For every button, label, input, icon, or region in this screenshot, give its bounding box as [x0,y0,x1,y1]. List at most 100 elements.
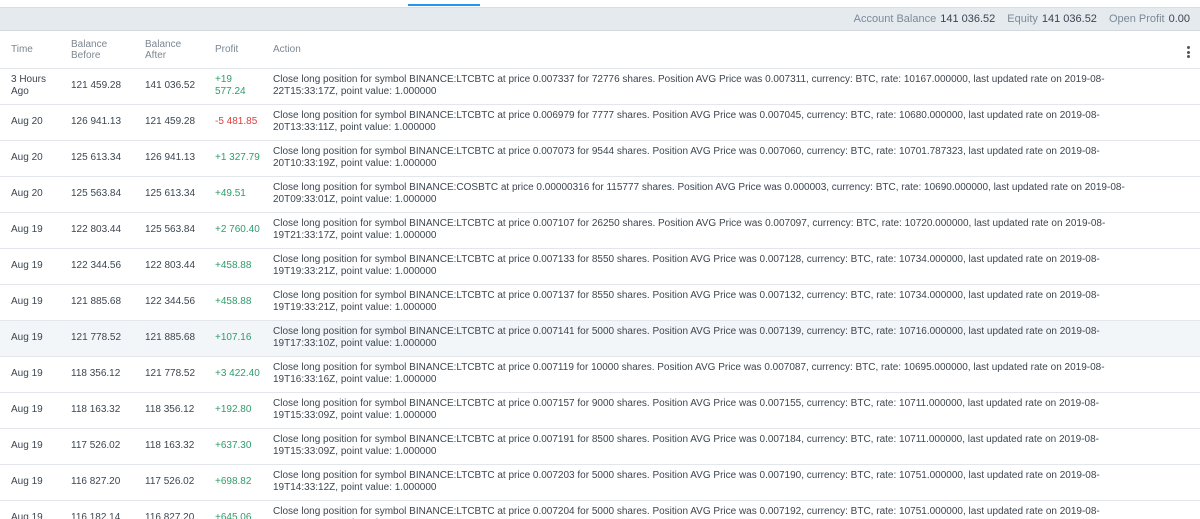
time-cell: Aug 19 [0,464,60,501]
balance-before-cell: 121 459.28 [60,68,134,105]
balance-after-cell: 126 941.13 [134,140,204,177]
table-row[interactable]: Aug 19 122 344.56 122 803.44 +458.88 Close l… [0,248,1200,285]
top-tab-strip [0,0,1200,8]
profit-cell: +1 327.79 [204,140,262,177]
balance-after-cell: 121 885.68 [134,320,204,357]
profit-cell: +49.51 [204,176,262,213]
balance-before-cell: 121 778.52 [60,320,134,357]
table-row[interactable]: Aug 19 116 827.20 117 526.02 +698.82 Close l… [0,464,1200,501]
balance-after-cell: 125 613.34 [134,176,204,213]
table-row[interactable]: Aug 19 116 182.14 116 827.20 +645.06 Close l… [0,500,1200,519]
balance-after-cell: 122 803.44 [134,248,204,285]
time-cell: 3 Hours Ago [0,68,60,105]
balance-after-cell: 122 344.56 [134,284,204,321]
column-header-time[interactable]: Time [0,32,60,69]
active-tab-indicator[interactable] [408,4,480,6]
balance-before-cell: 116 182.14 [60,500,134,519]
balance-after-cell: 116 827.20 [134,500,204,519]
time-cell: Aug 19 [0,428,60,465]
profit-cell: +107.16 [204,320,262,357]
table-row[interactable]: Aug 19 118 163.32 118 356.12 +192.80 Close l… [0,392,1200,429]
balance-after-cell: 125 563.84 [134,212,204,249]
equity-value: 141 036.52 [1041,13,1097,25]
balance-before-cell: 121 885.68 [60,284,134,321]
table-row[interactable]: Aug 19 121 885.68 122 344.56 +458.88 Close l… [0,284,1200,321]
account-balance-value: 141 036.52 [940,13,996,25]
balance-before-cell: 116 827.20 [60,464,134,501]
balance-after-cell: 121 778.52 [134,356,204,393]
balance-before-cell: 122 803.44 [60,212,134,249]
profit-cell: +458.88 [204,248,262,285]
profit-cell: +192.80 [204,392,262,429]
open-profit-label: Open Profit [1108,13,1165,25]
profit-cell: +637.30 [204,428,262,465]
balance-before-cell: 125 563.84 [60,176,134,213]
column-header-action[interactable]: Action [273,44,301,55]
time-cell: Aug 20 [0,176,60,213]
table-row[interactable]: 3 Hours Ago 121 459.28 141 036.52 +19 577.2… [0,68,1200,105]
balance-after-cell: 118 356.12 [134,392,204,429]
table-row[interactable]: Aug 20 126 941.13 121 459.28 -5 481.85 Close… [0,104,1200,141]
account-balance-label: Account Balance [853,13,937,25]
action-cell: Close long position for symbol BINANCE:L… [262,68,1200,105]
time-cell: Aug 19 [0,212,60,249]
balance-before-cell: 126 941.13 [60,104,134,141]
action-cell: Close long position for symbol BINANCE:L… [262,104,1200,141]
column-header-balance-after[interactable]: Balance After [134,32,204,69]
profit-cell: +645.06 [204,500,262,519]
action-cell: Close long position for symbol BINANCE:L… [262,248,1200,285]
time-cell: Aug 20 [0,140,60,177]
vertical-ellipsis-icon[interactable] [1186,46,1190,58]
open-profit: Open Profit 0.00 [1109,13,1190,25]
time-cell: Aug 19 [0,392,60,429]
profit-cell: +3 422.40 [204,356,262,393]
balance-before-cell: 125 613.34 [60,140,134,177]
action-cell: Close long position for symbol BINANCE:L… [262,356,1200,393]
table-row[interactable]: Aug 19 121 778.52 121 885.68 +107.16 Close l… [0,320,1200,357]
balance-after-cell: 141 036.52 [134,68,204,105]
column-header-balance-before[interactable]: Balance Before [60,32,134,69]
profit-cell: -5 481.85 [204,104,262,141]
table-row[interactable]: Aug 19 118 356.12 121 778.52 +3 422.40 Close… [0,356,1200,393]
action-cell: Close long position for symbol BINANCE:L… [262,284,1200,321]
table-header-row: Time Balance Before Balance After Profit… [0,32,1200,69]
profit-cell: +2 760.40 [204,212,262,249]
action-cell: Close long position for symbol BINANCE:L… [262,464,1200,501]
profit-cell: +19 577.24 [204,68,262,105]
time-cell: Aug 19 [0,248,60,285]
balance-after-cell: 117 526.02 [134,464,204,501]
profit-cell: +698.82 [204,464,262,501]
time-cell: Aug 19 [0,284,60,321]
time-cell: Aug 19 [0,500,60,519]
equity: Equity 141 036.52 [1007,13,1097,25]
account-balance: Account Balance 141 036.52 [854,13,996,25]
action-cell: Close long position for symbol BINANCE:L… [262,320,1200,357]
action-cell: Close long position for symbol BINANCE:L… [262,140,1200,177]
table-row[interactable]: Aug 20 125 613.34 126 941.13 +1 327.79 Close… [0,140,1200,177]
equity-label: Equity [1007,13,1038,25]
balance-after-cell: 121 459.28 [134,104,204,141]
table-row[interactable]: Aug 19 122 803.44 125 563.84 +2 760.40 Close… [0,212,1200,249]
table-row[interactable]: Aug 20 125 563.84 125 613.34 +49.51 Close lo… [0,176,1200,213]
history-table-container[interactable]: Time Balance Before Balance After Profit… [0,32,1200,519]
action-cell: Close long position for symbol BINANCE:L… [262,212,1200,249]
balance-before-cell: 117 526.02 [60,428,134,465]
action-cell: Close long position for symbol BINANCE:L… [262,392,1200,429]
column-header-profit[interactable]: Profit [204,32,262,69]
balance-before-cell: 118 163.32 [60,392,134,429]
column-header-action-cell: Action [262,32,1200,69]
table-row[interactable]: Aug 19 117 526.02 118 163.32 +637.30 Close l… [0,428,1200,465]
action-cell: Close long position for symbol BINANCE:L… [262,500,1200,519]
balance-before-cell: 122 344.56 [60,248,134,285]
open-profit-value: 0.00 [1168,13,1190,25]
time-cell: Aug 19 [0,320,60,357]
time-cell: Aug 20 [0,104,60,141]
balance-after-cell: 118 163.32 [134,428,204,465]
time-cell: Aug 19 [0,356,60,393]
profit-cell: +458.88 [204,284,262,321]
action-cell: Close long position for symbol BINANCE:L… [262,428,1200,465]
account-summary-bar: Account Balance 141 036.52 Equity 141 036.… [0,8,1200,31]
history-table: Time Balance Before Balance After Profit… [0,32,1200,519]
action-cell: Close long position for symbol BINANCE:C… [262,176,1200,213]
balance-before-cell: 118 356.12 [60,356,134,393]
